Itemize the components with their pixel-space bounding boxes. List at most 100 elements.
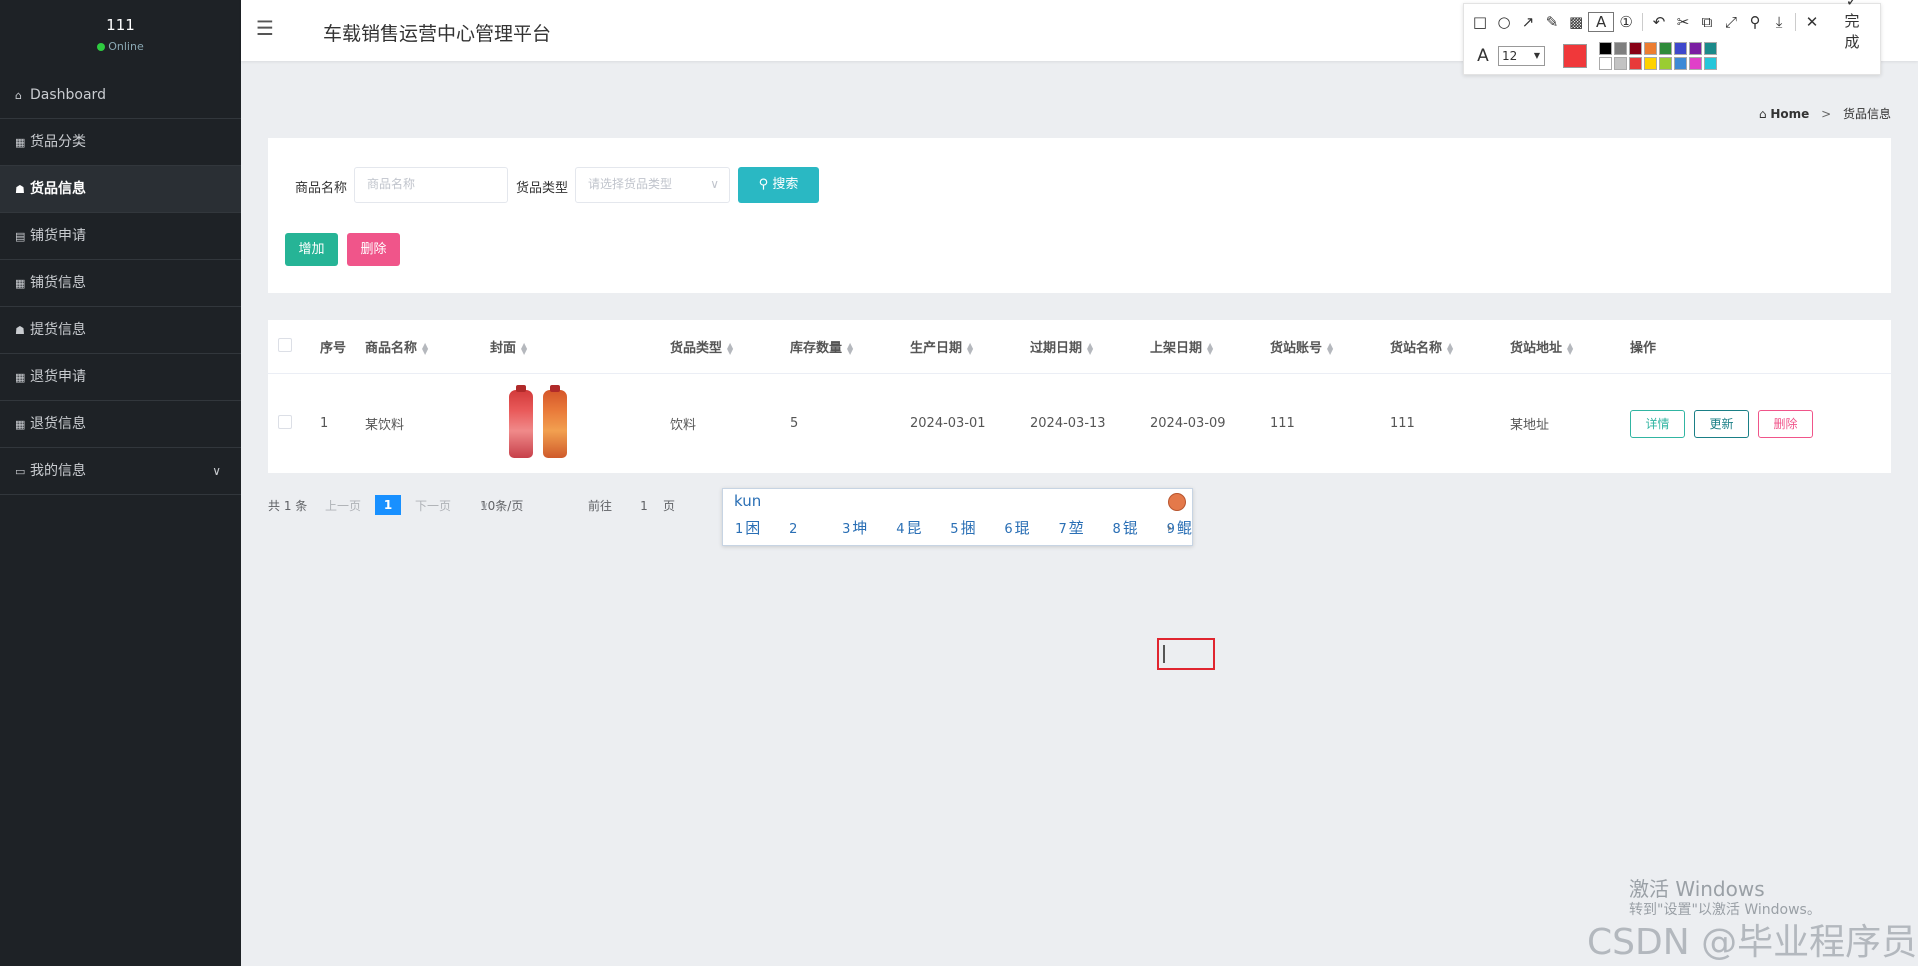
arrow-icon[interactable]: ↗ xyxy=(1516,13,1540,31)
sort-icon[interactable]: ▲ ▼ xyxy=(727,341,734,355)
sort-icon[interactable]: ▲ ▼ xyxy=(1447,341,1454,355)
user-name: 111 xyxy=(106,16,135,34)
column-header[interactable]: 货站名称 ▲ ▼ xyxy=(1390,320,1510,374)
color-swatch[interactable] xyxy=(1629,42,1642,55)
sort-icon[interactable]: ▲ ▼ xyxy=(1207,341,1214,355)
next-page-button[interactable]: 下一页 xyxy=(415,495,451,517)
cell-stock: 5 xyxy=(790,416,799,431)
color-swatch[interactable] xyxy=(1599,42,1612,55)
pencil-icon[interactable]: ✎ xyxy=(1540,13,1564,31)
column-header[interactable]: 上架日期 ▲ ▼ xyxy=(1150,320,1270,374)
pin-icon[interactable]: ⚲ xyxy=(1743,13,1767,31)
home-icon: ⌂ xyxy=(1758,107,1767,121)
ime-candidate[interactable]: 8锟 xyxy=(1113,519,1150,537)
color-swatch[interactable] xyxy=(1599,57,1612,70)
sidebar-item-my-info[interactable]: ▭ 我的信息 ∨ xyxy=(0,448,241,495)
name-input[interactable]: 商品名称 xyxy=(354,167,508,203)
row-delete-button[interactable]: 删除 xyxy=(1758,409,1813,438)
close-icon[interactable]: ✕ xyxy=(1800,13,1824,31)
ime-next-page-icon[interactable]: › xyxy=(1167,521,1172,536)
column-header[interactable]: 生产日期 ▲ ▼ xyxy=(910,320,1030,374)
cover-image[interactable] xyxy=(503,384,575,464)
color-swatch[interactable] xyxy=(1629,57,1642,70)
update-button[interactable]: 更新 xyxy=(1694,409,1749,438)
sidebar-item-stock-info[interactable]: ▦ 铺货信息 xyxy=(0,260,241,307)
sidebar-item-goods-info[interactable]: ☗ 货品信息 xyxy=(0,166,241,213)
sort-icon[interactable]: ▲ ▼ xyxy=(1087,341,1094,355)
prev-page-button[interactable]: 上一页 xyxy=(325,495,361,517)
column-header[interactable]: 货品类型 ▲ ▼ xyxy=(670,320,790,374)
color-swatch[interactable] xyxy=(1704,57,1717,70)
color-swatch[interactable] xyxy=(1704,42,1717,55)
breadcrumb-home[interactable]: Home xyxy=(1770,107,1809,121)
ime-candidate-number: 6 xyxy=(1004,522,1013,537)
ime-candidate[interactable]: 3坤 xyxy=(842,519,879,537)
ime-candidate[interactable]: 5捆 xyxy=(950,519,987,537)
color-swatch[interactable] xyxy=(1689,42,1702,55)
ime-candidate[interactable]: 1困 xyxy=(735,519,772,537)
sort-icon[interactable]: ▲ ▼ xyxy=(847,341,854,355)
chevron-down-icon: ∨ xyxy=(710,177,719,191)
done-button[interactable]: ✓ 完成 xyxy=(1824,0,1876,52)
current-color-swatch[interactable] xyxy=(1563,44,1587,68)
delete-button[interactable]: 删除 xyxy=(347,233,400,266)
column-header[interactable]: 库存数量 ▲ ▼ xyxy=(790,320,910,374)
annotation-text-box[interactable] xyxy=(1157,638,1215,670)
cell-station-address: 某地址 xyxy=(1510,418,1550,433)
sort-icon[interactable]: ▲ ▼ xyxy=(422,341,429,355)
column-header[interactable]: 货站账号 ▲ ▼ xyxy=(1270,320,1390,374)
rectangle-icon[interactable]: □ xyxy=(1468,13,1492,31)
column-header[interactable]: 货站地址 ▲ ▼ xyxy=(1510,320,1630,374)
color-swatch[interactable] xyxy=(1614,42,1627,55)
column-header[interactable]: 封面 ▲ ▼ xyxy=(490,320,670,374)
ime-logo-icon[interactable] xyxy=(1168,493,1186,511)
color-swatch[interactable] xyxy=(1659,42,1672,55)
select-all-checkbox[interactable] xyxy=(278,337,292,352)
row-select-cell xyxy=(268,374,320,474)
color-swatch[interactable] xyxy=(1674,57,1687,70)
menu-toggle-icon[interactable]: ☰ xyxy=(256,16,274,40)
scissors-icon[interactable]: ✂ xyxy=(1671,13,1695,31)
sidebar-item-dashboard[interactable]: ⌂ Dashboard xyxy=(0,72,241,119)
color-palette xyxy=(1599,42,1717,70)
column-header[interactable]: 过期日期 ▲ ▼ xyxy=(1030,320,1150,374)
sidebar-item-pickup-info[interactable]: ☗ 提货信息 xyxy=(0,307,241,354)
font-size-select[interactable]: 12 xyxy=(1498,46,1545,66)
goto-page-input[interactable]: 1 xyxy=(634,495,654,517)
sidebar-item-return-apply[interactable]: ▦ 退货申请 xyxy=(0,354,241,401)
undo-icon[interactable]: ↶ xyxy=(1647,13,1671,31)
sort-icon[interactable]: ▲ ▼ xyxy=(1327,341,1334,355)
sidebar-item-stock-apply[interactable]: ▤ 铺货申请 xyxy=(0,213,241,260)
color-swatch[interactable] xyxy=(1689,57,1702,70)
column-header[interactable]: 商品名称 ▲ ▼ xyxy=(365,320,490,374)
row-checkbox[interactable] xyxy=(278,414,292,429)
color-swatch[interactable] xyxy=(1614,57,1627,70)
sort-icon[interactable]: ▲ ▼ xyxy=(521,341,528,355)
color-swatch[interactable] xyxy=(1659,57,1672,70)
type-select[interactable]: 请选择货品类型 ∨ xyxy=(575,167,730,203)
page-number-current[interactable]: 1 xyxy=(375,495,401,515)
ime-candidate[interactable]: 2 xyxy=(789,519,811,537)
color-swatch[interactable] xyxy=(1644,42,1657,55)
sort-icon[interactable]: ▲ ▼ xyxy=(967,341,974,355)
detail-button[interactable]: 详情 xyxy=(1630,409,1685,438)
search-button[interactable]: ⚲ 搜索 xyxy=(738,167,819,203)
text-tool-icon[interactable]: A xyxy=(1588,12,1615,32)
number-marker-icon[interactable]: ① xyxy=(1614,13,1638,31)
sort-icon[interactable]: ▲ ▼ xyxy=(1567,341,1574,355)
download-icon[interactable]: ⤓ xyxy=(1767,13,1791,31)
ime-candidate[interactable]: 4昆 xyxy=(896,519,933,537)
mosaic-icon[interactable]: ▩ xyxy=(1564,13,1588,31)
ellipse-icon[interactable]: ○ xyxy=(1492,13,1516,31)
ime-candidate[interactable]: 7堃 xyxy=(1058,519,1095,537)
copy-icon[interactable]: ⧉ xyxy=(1695,13,1719,31)
ime-candidate[interactable]: 6琨 xyxy=(1004,519,1041,537)
color-swatch[interactable] xyxy=(1674,42,1687,55)
sidebar-item-return-info[interactable]: ▦ 退货信息 xyxy=(0,401,241,448)
sidebar-item-goods-category[interactable]: ▦ 货品分类 xyxy=(0,119,241,166)
color-swatch[interactable] xyxy=(1644,57,1657,70)
ime-candidate-popup: kun 1困 2 3坤 4昆 5捆 6琨 7堃 8锟 9鲲 › xyxy=(722,488,1193,546)
ime-candidate[interactable]: 9鲲 xyxy=(1167,519,1204,537)
expand-icon[interactable]: ⤢ xyxy=(1719,13,1743,31)
add-button[interactable]: 增加 xyxy=(285,233,338,266)
